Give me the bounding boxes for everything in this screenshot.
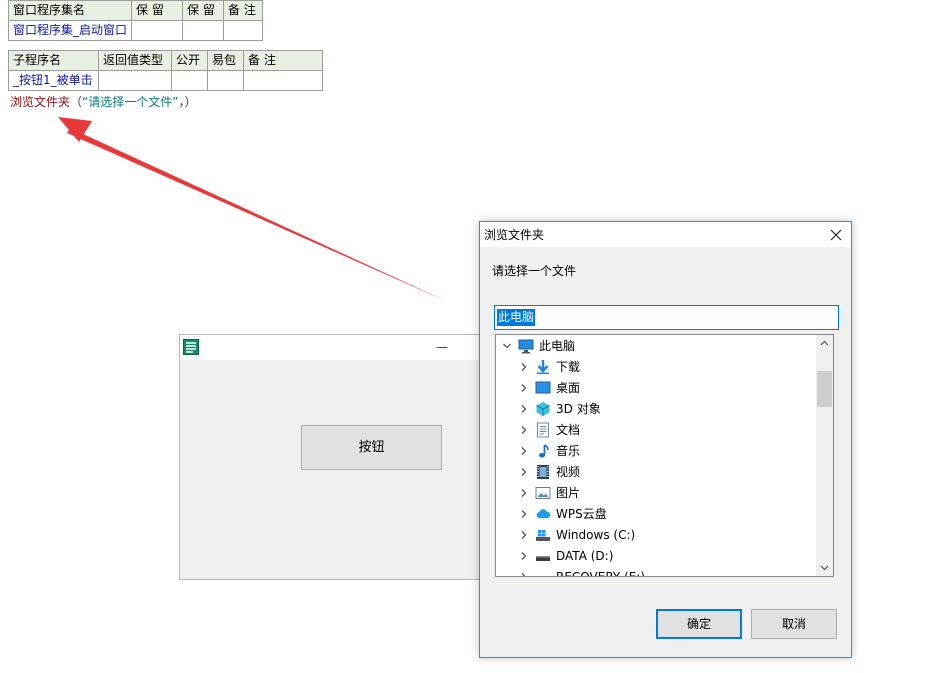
scroll-down-icon[interactable]	[816, 559, 833, 576]
chevron-down-icon[interactable]	[502, 341, 512, 351]
minimize-button[interactable]: —	[432, 337, 452, 357]
tree-item[interactable]: DATA (D:)	[496, 546, 814, 567]
app-logo-icon	[183, 339, 199, 355]
chevron-right-icon[interactable]	[519, 509, 529, 519]
dialog-prompt: 请选择一个文件	[492, 264, 577, 278]
scroll-up-icon[interactable]	[816, 335, 833, 352]
tree-item-label: 下载	[556, 360, 581, 374]
picture-icon	[535, 487, 551, 499]
tree-item-label: 视频	[556, 465, 581, 479]
folder-path-input[interactable]: 此电脑	[494, 305, 839, 330]
drive-icon	[536, 556, 550, 561]
tree-item[interactable]: 3D 对象	[496, 399, 814, 420]
chevron-right-icon[interactable]	[519, 572, 529, 577]
app-titlebar[interactable]: —	[180, 335, 498, 360]
chevron-right-icon[interactable]	[519, 383, 529, 393]
chevron-right-icon[interactable]	[519, 530, 529, 540]
tree-item[interactable]: 图片	[496, 483, 814, 504]
tree-item-label: 此电脑	[539, 339, 576, 353]
chevron-right-icon[interactable]	[519, 446, 529, 456]
tree-item-label: RECOVERY (E:)	[556, 570, 646, 577]
tree-item[interactable]: 此电脑	[496, 336, 814, 357]
chevron-right-icon[interactable]	[519, 467, 529, 477]
tree-item-label: WPS云盘	[556, 507, 607, 521]
music-icon	[539, 444, 549, 458]
browse-folder-dialog: 浏览文件夹 请选择一个文件 此电脑 此电脑下载桌面 3D 对象文档音乐视频图片 WP…	[479, 221, 852, 658]
cloud-icon	[536, 509, 551, 518]
chevron-right-icon[interactable]	[519, 425, 529, 435]
folder-path-value: 此电脑	[497, 309, 536, 326]
dialog-title: 浏览文件夹	[484, 228, 545, 242]
app-window: — 按钮	[179, 334, 499, 580]
desktop-icon	[535, 381, 551, 394]
document-icon	[537, 422, 549, 438]
tree-item[interactable]: 桌面	[496, 378, 814, 399]
tree-item-label: Windows (C:)	[556, 528, 636, 542]
chevron-right-icon[interactable]	[519, 362, 529, 372]
tree-item-label: 文档	[556, 423, 581, 437]
folder-tree[interactable]: 此电脑下载桌面 3D 对象文档音乐视频图片 WPS云盘 Windows (C:) DAT…	[495, 334, 834, 577]
close-icon[interactable]	[825, 224, 847, 246]
drive-icon	[535, 569, 551, 577]
chevron-right-icon[interactable]	[519, 551, 529, 561]
chevron-right-icon[interactable]	[519, 488, 529, 498]
tree-item-label: 音乐	[556, 444, 581, 458]
tree-item[interactable]: RECOVERY (E:)	[496, 567, 814, 577]
tree-item[interactable]: 音乐	[496, 441, 814, 462]
tree-item-label: DATA (D:)	[556, 549, 614, 563]
windows-drive-icon	[536, 530, 550, 541]
tree-scrollbar[interactable]	[816, 335, 833, 576]
tree-item[interactable]: Windows (C:)	[496, 525, 814, 546]
tree-item[interactable]: WPS云盘	[496, 504, 814, 525]
ok-button[interactable]: 确定	[656, 609, 742, 639]
cancel-button[interactable]: 取消	[751, 609, 837, 639]
video-icon	[537, 465, 549, 479]
tree-item-label: 图片	[556, 486, 581, 500]
app-main-button[interactable]: 按钮	[301, 425, 442, 470]
scroll-thumb[interactable]	[817, 371, 832, 407]
dialog-titlebar[interactable]: 浏览文件夹	[480, 222, 851, 247]
tree-item-label: 桌面	[556, 381, 581, 395]
chevron-right-icon[interactable]	[519, 404, 529, 414]
tree-item-label: 3D 对象	[556, 402, 601, 416]
tree-item[interactable]: 文档	[496, 420, 814, 441]
tree-item[interactable]: 下载	[496, 357, 814, 378]
tree-item[interactable]: 视频	[496, 462, 814, 483]
computer-icon	[518, 339, 534, 354]
3d-objects-icon	[536, 402, 550, 416]
download-icon	[537, 360, 549, 374]
